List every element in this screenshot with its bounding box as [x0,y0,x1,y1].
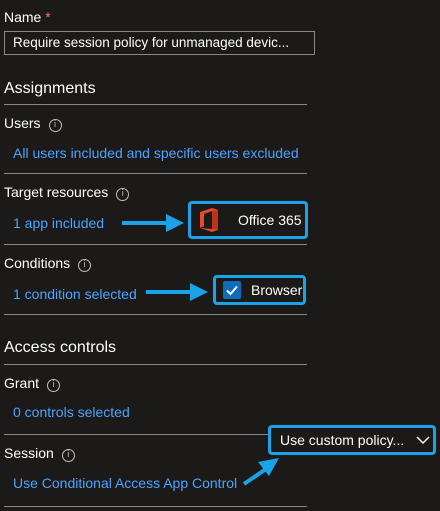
arrow-to-custom-policy-icon [242,458,279,486]
arrow-to-office-icon [122,214,184,232]
annotation-arrows [122,214,279,486]
arrow-to-browser-icon [146,283,208,301]
